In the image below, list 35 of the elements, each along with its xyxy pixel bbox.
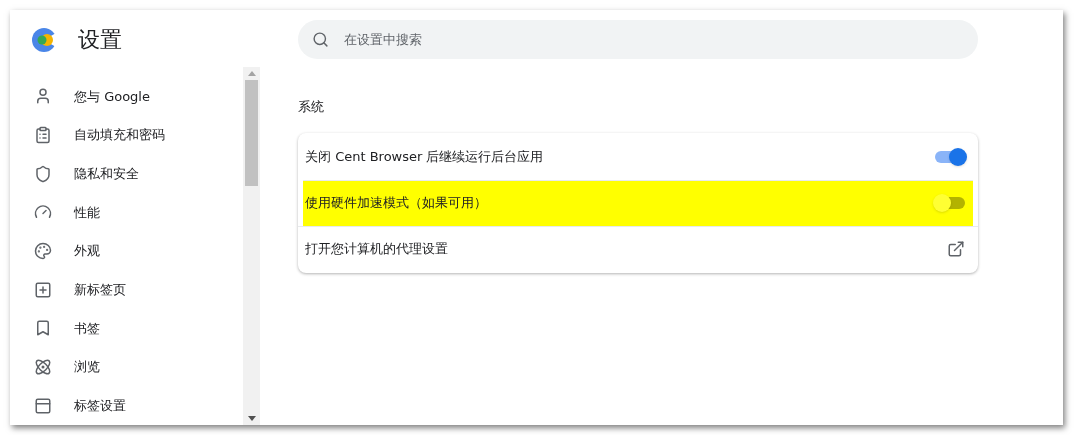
plus-square-icon: [34, 280, 52, 299]
page-title: 设置: [78, 26, 122, 54]
sidebar-item[interactable]: 隐私和安全: [10, 154, 243, 193]
setting-label: 使用硬件加速模式（如果可用）: [305, 195, 487, 211]
search-field[interactable]: 在设置中搜索: [298, 20, 978, 59]
atom-icon: [34, 358, 52, 377]
section-title: 系统: [298, 98, 325, 116]
palette-icon: [34, 242, 52, 260]
search-icon: [312, 31, 329, 48]
settings-row[interactable]: 使用硬件加速模式（如果可用）: [303, 179, 973, 226]
clipboard-icon: [34, 126, 52, 144]
sidebar-item[interactable]: 性能: [10, 193, 243, 232]
scroll-down-icon[interactable]: [247, 416, 256, 421]
sidebar-item[interactable]: 浏览: [10, 347, 243, 387]
settings-row[interactable]: 打开您计算机的代理设置: [298, 225, 978, 272]
scrollbar-thumb[interactable]: [245, 80, 258, 186]
window-icon: [34, 396, 52, 415]
external-link-icon[interactable]: [947, 240, 965, 258]
sidebar-item[interactable]: 您与 Google: [10, 77, 243, 116]
sidebar-item[interactable]: 外观: [10, 231, 243, 271]
setting-label: 关闭 Cent Browser 后继续运行后台应用: [305, 148, 544, 164]
sidebar-item[interactable]: 新标签页: [10, 270, 243, 310]
sidebar-item[interactable]: 自动填充和密码: [10, 115, 243, 155]
scroll-up-icon[interactable]: [247, 71, 256, 76]
sidebar-item[interactable]: 书签: [10, 309, 243, 348]
logo-icon: [32, 27, 56, 52]
shield-icon: [34, 164, 52, 183]
scrollbar[interactable]: [243, 67, 260, 425]
settings-row[interactable]: 关闭 Cent Browser 后继续运行后台应用: [298, 133, 978, 180]
setting-label: 打开您计算机的代理设置: [305, 241, 448, 257]
toggle-switch[interactable]: [933, 194, 967, 212]
bookmark-icon: [34, 319, 52, 338]
toggle-switch[interactable]: [933, 147, 967, 166]
person-icon: [34, 87, 52, 106]
sidebar-item[interactable]: 标签设置: [10, 386, 243, 426]
